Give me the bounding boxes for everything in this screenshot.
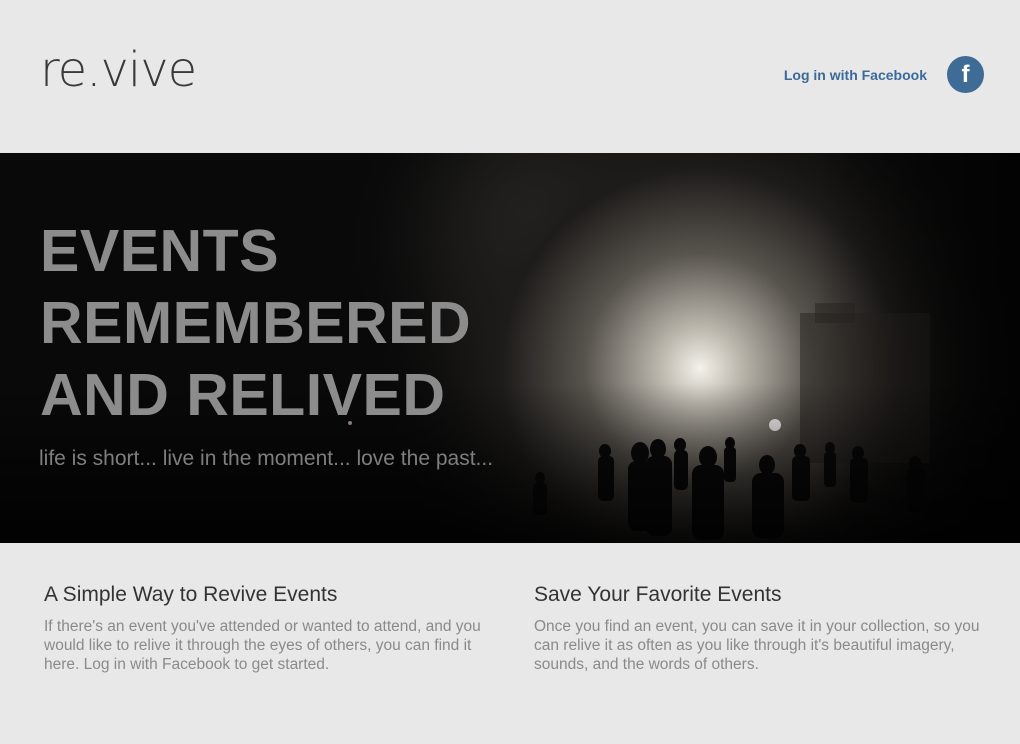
hero-banner: EVENTS REMEMBERED AND RELIVED life is sh… (0, 153, 1020, 543)
feature-save-favorites: Save Your Favorite Events Once you find … (534, 583, 984, 674)
feature-description: If there's an event you've attended or w… (44, 618, 481, 673)
feature-title: Save Your Favorite Events (534, 583, 782, 606)
hero-title-line-3: AND RELIVED (40, 362, 446, 428)
facebook-login-button[interactable]: Log in with Facebook f (784, 56, 984, 93)
hero-title-line-2: REMEMBERED (40, 290, 472, 356)
features-section: A Simple Way to Revive Events If there's… (0, 543, 1020, 744)
header: re.vive Log in with Facebook f (0, 0, 1020, 153)
feature-title: A Simple Way to Revive Events (44, 583, 338, 606)
hero-tagline: life is short... live in the moment... l… (39, 447, 494, 470)
facebook-icon[interactable]: f (947, 56, 984, 93)
hero-title: EVENTS REMEMBERED AND RELIVED (40, 215, 471, 431)
feature-description: Once you find an event, you can save it … (534, 618, 980, 673)
facebook-login-label[interactable]: Log in with Facebook (784, 67, 927, 83)
logo[interactable]: re.vive (40, 42, 197, 98)
hero-title-line-1: EVENTS (40, 218, 280, 284)
feature-simple-way: A Simple Way to Revive Events If there's… (44, 583, 494, 674)
